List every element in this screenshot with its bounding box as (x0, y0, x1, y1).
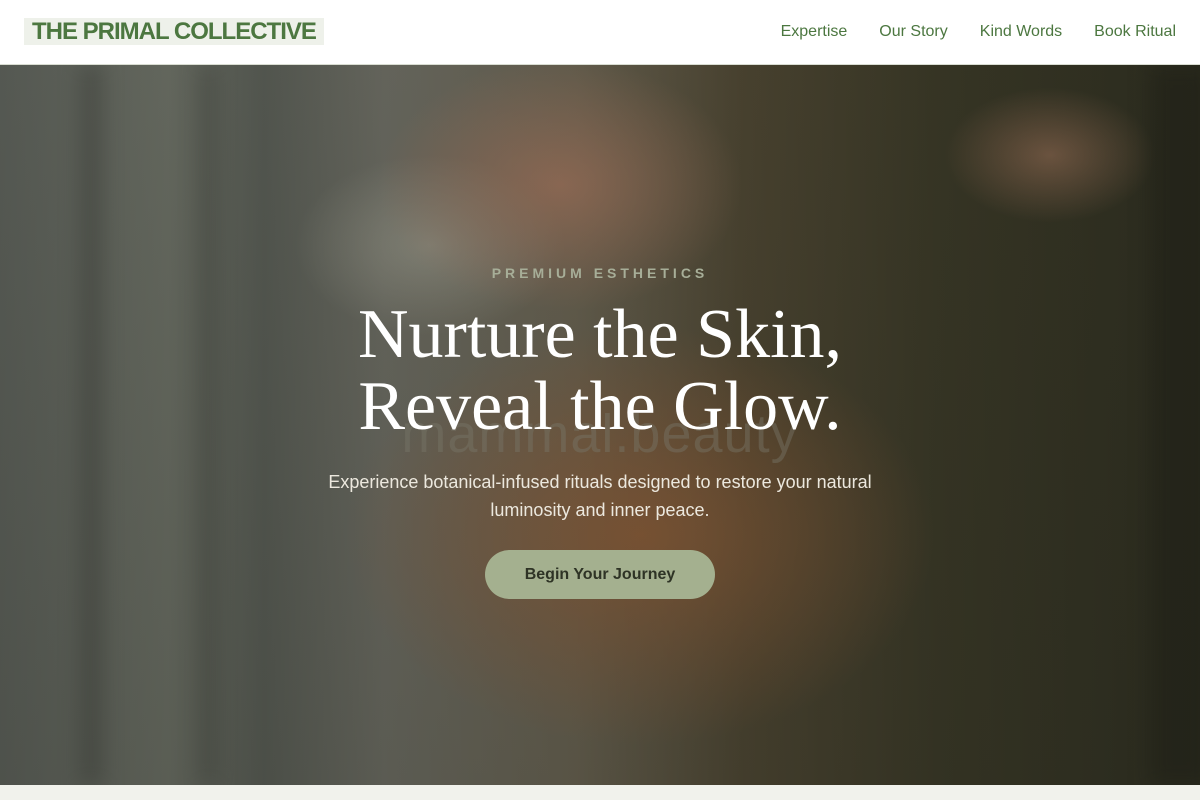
hero-headline: Nurture the Skin, Reveal the Glow. (0, 299, 1200, 443)
next-section-edge (0, 785, 1200, 800)
site-header: THE PRIMAL COLLECTIVE Expertise Our Stor… (0, 0, 1200, 65)
begin-journey-button[interactable]: Begin Your Journey (485, 550, 715, 599)
nav-link-kind-words[interactable]: Kind Words (980, 23, 1062, 41)
site-logo[interactable]: THE PRIMAL COLLECTIVE (24, 17, 324, 45)
main-nav: Expertise Our Story Kind Words Book Ritu… (781, 23, 1176, 41)
hero-section: PREMIUM ESTHETICS mammal.beauty Nurture … (0, 65, 1200, 785)
hero-eyebrow: PREMIUM ESTHETICS (491, 265, 709, 281)
hero-headline-line-1: Nurture the Skin, (357, 296, 843, 373)
hero-subtitle: Experience botanical-infused rituals des… (328, 472, 872, 520)
nav-link-book-ritual[interactable]: Book Ritual (1094, 23, 1176, 41)
hero-headline-line-2: Reveal the Glow. (358, 368, 842, 445)
nav-link-expertise[interactable]: Expertise (781, 23, 848, 41)
hero-content: PREMIUM ESTHETICS mammal.beauty Nurture … (0, 65, 1200, 785)
nav-link-our-story[interactable]: Our Story (879, 23, 947, 41)
